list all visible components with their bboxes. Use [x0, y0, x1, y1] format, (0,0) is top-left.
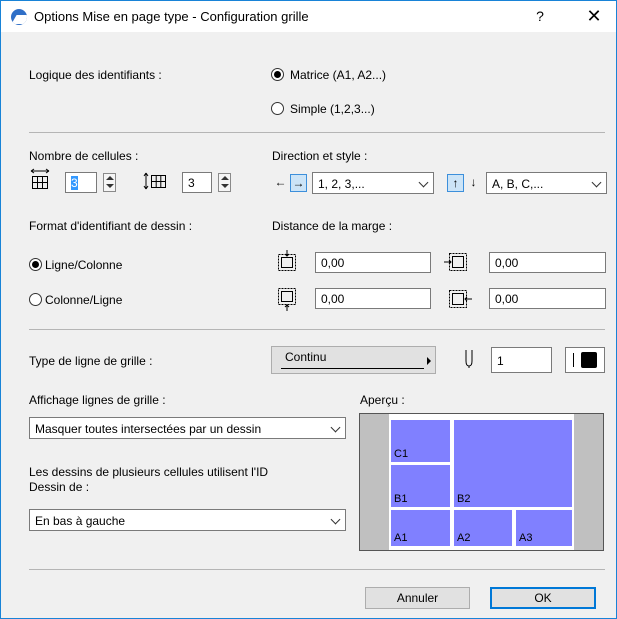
pen-color-button[interactable] — [565, 347, 605, 373]
title-bar: Options Mise en page type - Configuratio… — [1, 1, 616, 32]
direction-right-button[interactable]: → — [290, 174, 307, 192]
line-type-value: Continu — [285, 350, 327, 364]
chevron-down-icon — [591, 177, 602, 188]
columns-spinner[interactable] — [103, 173, 116, 192]
columns-input[interactable]: 3 — [65, 172, 97, 193]
app-icon — [11, 9, 27, 25]
multi-cell-select[interactable]: En bas à gauche — [29, 509, 346, 531]
grid-preview: C1 B1 B2 A1 A2 A3 — [359, 413, 604, 551]
margin-label: Distance de la marge : — [272, 219, 393, 233]
radio-column-row-label[interactable]: Colonne/Ligne — [45, 293, 122, 307]
multi-cell-value: En bas à gauche — [35, 514, 126, 528]
pen-icon — [465, 350, 473, 368]
margin-top-icon — [278, 250, 296, 271]
multi-cell-label-line1: Les dessins de plusieurs cellules utilis… — [29, 465, 269, 479]
preview-cell: A2 — [453, 509, 513, 547]
radio-matrix-label[interactable]: Matrice (A1, A2...) — [290, 68, 386, 82]
margin-left-icon — [449, 290, 472, 308]
pen-separator — [573, 353, 574, 367]
columns-icon — [30, 168, 50, 189]
display-grid-lines-value: Masquer toutes intersectées par un dessi… — [35, 422, 262, 436]
rows-input[interactable]: 3 — [182, 172, 212, 193]
margin-left-input[interactable]: 0,00 — [489, 288, 606, 309]
preview-cell: B1 — [390, 464, 451, 508]
preview-left-margin — [360, 414, 389, 550]
identifiers-label: Logique des identifiants : — [29, 68, 162, 82]
ok-button[interactable]: OK — [490, 587, 596, 609]
grid-line-type-label: Type de ligne de grille : — [29, 354, 153, 368]
preview-cell: A3 — [515, 509, 573, 547]
dialog-window: Options Mise en page type - Configuratio… — [0, 0, 617, 619]
direction-up-button[interactable]: ↑ — [447, 174, 464, 192]
vertical-style-value: A, B, C,... — [492, 177, 544, 191]
chevron-down-icon — [418, 177, 429, 188]
radio-row-column-label[interactable]: Ligne/Colonne — [45, 258, 122, 272]
horizontal-style-value: 1, 2, 3,... — [318, 177, 365, 191]
pen-number-input[interactable]: 1 — [491, 347, 552, 373]
margin-right-input[interactable]: 0,00 — [489, 252, 606, 273]
horizontal-style-select[interactable]: 1, 2, 3,... — [312, 172, 434, 194]
separator — [29, 329, 605, 330]
preview-cell: A1 — [390, 509, 451, 547]
separator — [29, 132, 605, 133]
margin-right-icon — [444, 253, 467, 271]
margin-top-input[interactable]: 0,00 — [315, 252, 431, 273]
cells-label: Nombre de cellules : — [29, 149, 139, 163]
margin-bottom-icon — [278, 288, 296, 311]
radio-row-column[interactable] — [29, 258, 42, 271]
direction-down-button[interactable]: ↓ — [465, 174, 482, 192]
direction-left-button[interactable]: ← — [272, 174, 289, 192]
pen-color-swatch — [581, 352, 597, 368]
rows-icon — [143, 172, 166, 190]
window-title: Options Mise en page type - Configuratio… — [34, 9, 309, 24]
chevron-down-icon — [330, 514, 341, 525]
chevron-down-icon — [330, 422, 341, 433]
close-button[interactable]: ✕ — [581, 3, 607, 29]
preview-cell: C1 — [390, 419, 451, 463]
separator — [29, 569, 605, 570]
multi-cell-label-line2: Dessin de : — [29, 480, 90, 494]
direction-label: Direction et style : — [272, 149, 368, 163]
vertical-style-select[interactable]: A, B, C,... — [486, 172, 607, 194]
radio-simple[interactable] — [271, 102, 284, 115]
display-grid-lines-select[interactable]: Masquer toutes intersectées par un dessi… — [29, 417, 346, 439]
preview-right-margin — [574, 414, 603, 550]
columns-value: 3 — [71, 176, 78, 190]
radio-simple-label[interactable]: Simple (1,2,3...) — [290, 102, 375, 116]
rows-spinner[interactable] — [218, 173, 231, 192]
display-grid-lines-label: Affichage lignes de grille : — [29, 393, 166, 407]
radio-matrix[interactable] — [271, 68, 284, 81]
line-sample — [281, 368, 424, 369]
radio-column-row[interactable] — [29, 293, 42, 306]
cancel-button[interactable]: Annuler — [365, 587, 470, 609]
drawing-format-label: Format d'identifiant de dessin : — [29, 219, 193, 233]
margin-bottom-input[interactable]: 0,00 — [315, 288, 431, 309]
help-button[interactable]: ? — [529, 5, 551, 27]
arrow-right-icon — [427, 357, 431, 365]
line-type-selector[interactable]: Continu — [271, 346, 436, 374]
preview-label: Aperçu : — [360, 393, 405, 407]
preview-cell: B2 — [453, 419, 573, 508]
